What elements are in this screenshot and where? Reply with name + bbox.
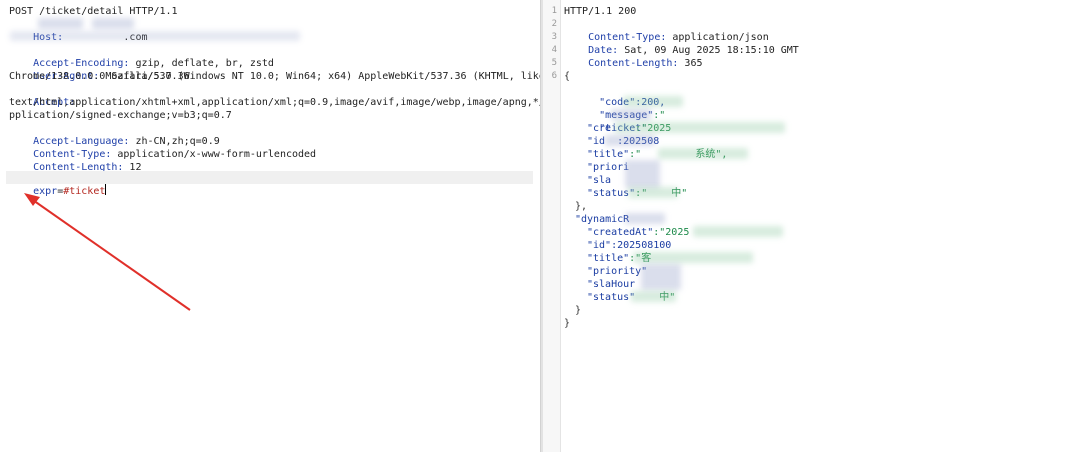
line-number: 1	[551, 6, 557, 16]
json-dynamic: "dynamicR	[575, 213, 629, 226]
line-number: 5	[551, 58, 557, 68]
json-brace: }	[575, 305, 582, 316]
redacted-blur	[633, 252, 753, 263]
json-value: :"	[653, 110, 666, 121]
json-key: "title"	[587, 149, 630, 160]
request-editor-pane[interactable]: POST /ticket/detail HTTP/1.1 Host: .com …	[0, 0, 540, 452]
date-header: Date: Sat, 09 Aug 2025 18:15:10 GMT	[564, 31, 799, 56]
line-number: 3	[551, 32, 557, 42]
json-field: "priori	[587, 161, 629, 174]
json-value: :202508100	[611, 240, 672, 251]
json-field: "sla	[587, 174, 611, 187]
json-key: "status"	[587, 292, 636, 303]
json-brace: {	[564, 71, 571, 82]
json-key: "id	[587, 136, 606, 147]
json-key: "id"	[587, 240, 612, 251]
line-number: 4	[551, 45, 557, 55]
content-length-header: Content-Length: 365	[564, 44, 702, 69]
json-key: "cre	[587, 123, 612, 134]
redacted-blur	[625, 160, 660, 188]
json-key: "dynamicR	[575, 214, 630, 225]
json-key: "sla	[587, 175, 612, 186]
redacted-blur	[611, 109, 651, 120]
redacted-blur	[623, 96, 683, 107]
line-number: 6	[551, 71, 557, 81]
response-viewer-pane[interactable]: 1 2 3 4 5 6 HTTP/1.1 200 Content-Type: a…	[543, 0, 1080, 452]
header-name: Content-Length:	[588, 58, 679, 69]
json-key: "priority"	[587, 266, 648, 277]
content-type-header: Content-Type: application/json	[564, 18, 769, 43]
json-field: "createdAt":"2025	[587, 226, 689, 239]
redacted-blur	[605, 135, 655, 146]
redacted-blur	[641, 264, 681, 290]
json-key: "priori	[587, 162, 630, 173]
json-brace: },	[575, 201, 588, 212]
json-field: "id":202508100	[587, 239, 671, 252]
redacted-blur	[625, 213, 665, 224]
json-key: "createdAt"	[587, 227, 654, 238]
redacted-blur	[628, 187, 678, 198]
line-number: 2	[551, 19, 557, 29]
redacted-blur	[615, 122, 785, 133]
json-code: "code":200,	[575, 83, 665, 108]
redacted-blur	[631, 291, 676, 302]
json-value: :"2025	[653, 227, 690, 238]
redacted-blur	[693, 226, 783, 237]
json-key: "slaHour	[587, 279, 636, 290]
json-key: "title"	[587, 253, 630, 264]
red-arrow-annotation	[24, 193, 191, 311]
header-value: 365	[678, 58, 703, 69]
json-field: "priority"	[587, 265, 647, 278]
status-line: HTTP/1.1 200	[564, 6, 637, 17]
json-brace: }	[564, 318, 571, 329]
redacted-blur	[658, 148, 748, 159]
json-field: "slaHour	[587, 278, 635, 291]
